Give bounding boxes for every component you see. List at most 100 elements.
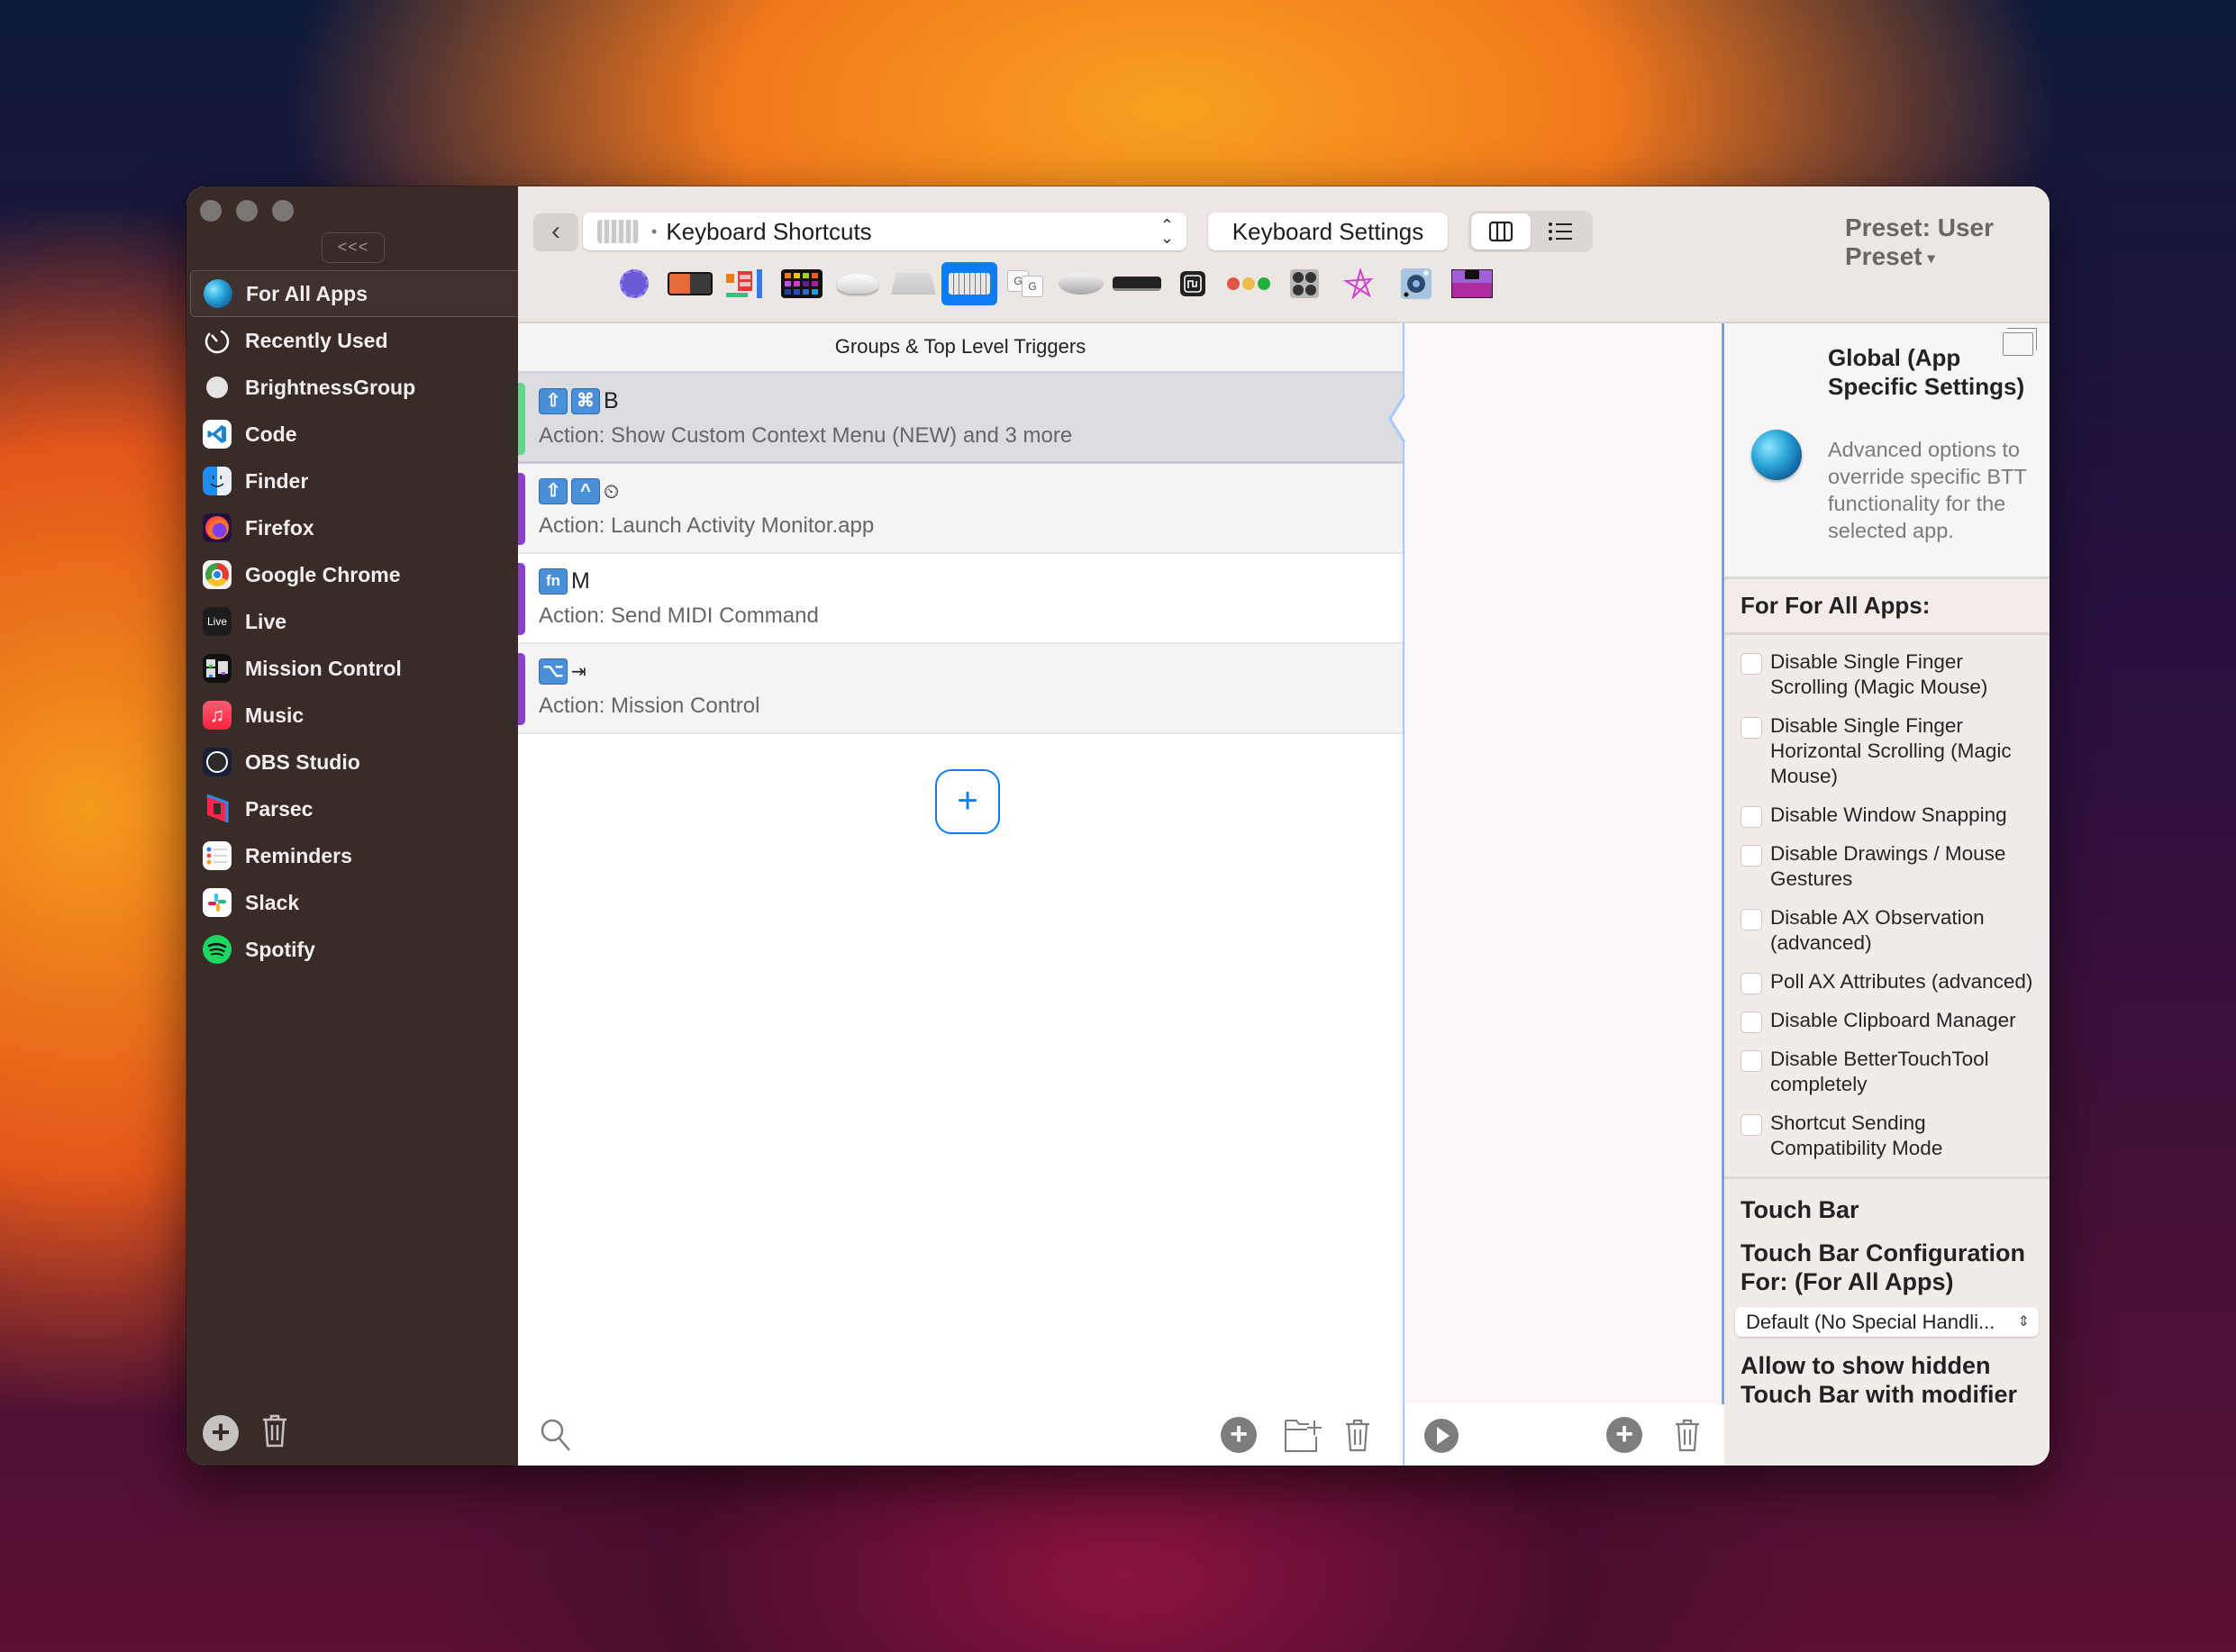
magic-mouse-icon[interactable] (830, 262, 886, 305)
sidebar-item-google-chrome[interactable]: Google Chrome (186, 551, 518, 598)
game-controller-icon[interactable] (1388, 262, 1444, 305)
add-trigger-button[interactable]: + (935, 769, 1000, 834)
sidebar-item-code[interactable]: Code (186, 411, 518, 458)
search-button[interactable] (538, 1417, 574, 1461)
sidebar-item-spotify[interactable]: Spotify (186, 926, 518, 973)
touch-bar-config-select[interactable]: Default (No Special Handli... ⇕ (1735, 1307, 2039, 1337)
keyboard-settings-button[interactable]: Keyboard Settings (1208, 213, 1448, 250)
sidebar-item-brightnessgroup[interactable]: BrightnessGroup (186, 364, 518, 411)
option-disable-clipboard-manager[interactable]: Disable Clipboard Manager (1724, 1003, 2050, 1041)
sidebar-item-label: Music (245, 703, 304, 727)
sidebar-item-finder[interactable]: Finder (186, 458, 518, 504)
sidebar-item-music[interactable]: ♫ Music (186, 692, 518, 739)
close-window-button[interactable] (200, 200, 222, 222)
trigger-row[interactable]: ⌥ ⇥ Action: Mission Control (518, 644, 1403, 734)
option-disable-single-finger-scrolling[interactable]: Disable Single Finger Scrolling (Magic M… (1724, 644, 2050, 708)
checkbox[interactable] (1741, 973, 1762, 994)
notch-bar-icon[interactable] (1444, 262, 1500, 305)
app-sidebar: <<< For All Apps Recently Used Brightnes… (186, 186, 518, 1466)
settings-description: Advanced options to override specific BT… (1828, 438, 2027, 542)
trash-icon (1676, 1419, 1699, 1452)
list-view-button[interactable] (1531, 213, 1590, 250)
chrome-icon (203, 560, 232, 589)
trash-icon (1346, 1419, 1369, 1452)
option-disable-drawings[interactable]: Disable Drawings / Mouse Gestures (1724, 836, 2050, 900)
add-app-button[interactable]: + (203, 1414, 239, 1451)
delete-app-button[interactable] (260, 1412, 289, 1453)
action-detail-pane: + (1388, 323, 1724, 1466)
action-footer: + (1404, 1404, 1724, 1466)
trigger-action: Action: Mission Control (539, 694, 760, 718)
checkbox[interactable] (1741, 1114, 1762, 1136)
sidebar-item-firefox[interactable]: Firefox (186, 504, 518, 551)
checkbox[interactable] (1741, 717, 1762, 739)
sidebar-item-live[interactable]: Live Live (186, 598, 518, 645)
stream-deck-icon[interactable] (606, 262, 662, 305)
sidebar-item-label: Parsec (245, 796, 314, 821)
new-folder-button[interactable] (1284, 1417, 1325, 1461)
spotify-icon (203, 935, 232, 964)
vscode-icon (203, 420, 232, 449)
minimize-window-button[interactable] (236, 200, 258, 222)
trigger-type-select[interactable]: • Keyboard Shortcuts ⌃ ⌄ (583, 213, 1186, 250)
option-disable-horizontal-scrolling[interactable]: Disable Single Finger Horizontal Scrolli… (1724, 708, 2050, 797)
delete-trigger-button[interactable] (1343, 1417, 1372, 1461)
checkbox[interactable] (1741, 653, 1762, 675)
checkbox[interactable] (1741, 1050, 1762, 1072)
sidebar-item-recently-used[interactable]: Recently Used (186, 317, 518, 364)
window-buttons-icon[interactable] (1221, 262, 1277, 305)
add-trigger-footer-button[interactable]: + (1221, 1417, 1257, 1453)
sidebar-item-reminders[interactable]: Reminders (186, 832, 518, 879)
option-shortcut-compat-mode[interactable]: Shortcut Sending Compatibility Mode (1724, 1105, 2050, 1169)
updown-chevron-icon: ⌃ ⌄ (1159, 216, 1174, 247)
zoom-window-button[interactable] (272, 200, 294, 222)
drawings-icon[interactable] (1332, 262, 1388, 305)
option-disable-ax-observation[interactable]: Disable AX Observation (advanced) (1724, 900, 2050, 964)
shortcut-keys: fn M (539, 568, 590, 595)
sidebar-item-label: BrightnessGroup (245, 375, 416, 399)
plus-circle-icon: + (1606, 1417, 1642, 1453)
shortcut-key: ⇥ (571, 662, 586, 682)
delete-action-button[interactable] (1673, 1417, 1702, 1461)
collapse-sidebar-button[interactable]: <<< (322, 232, 385, 263)
sidebar-item-slack[interactable]: Slack (186, 879, 518, 926)
back-button[interactable]: ‹ (533, 213, 578, 251)
option-disable-window-snapping[interactable]: Disable Window Snapping (1724, 797, 2050, 836)
trigger-row[interactable]: ⇧ ⌘ B Action: Show Custom Context Menu (… (518, 374, 1403, 464)
sidebar-item-label: Code (245, 422, 297, 446)
trackpad-icon[interactable] (886, 262, 941, 305)
preset-selector[interactable]: Preset: User Preset ▾ (1845, 213, 2050, 271)
columns-icon (1488, 221, 1513, 242)
keyboard-icon[interactable] (941, 262, 997, 305)
key-sequence-icon[interactable]: GG (997, 262, 1053, 305)
column-view-button[interactable] (1471, 213, 1531, 250)
run-action-button[interactable] (1422, 1417, 1460, 1463)
sidebar-item-for-all-apps[interactable]: For All Apps (190, 270, 518, 317)
app-settings-header: Global (App Specific Settings) Advanced … (1724, 323, 2050, 579)
floating-menu-icon[interactable] (718, 262, 774, 305)
checkbox[interactable] (1741, 806, 1762, 828)
sidebar-item-parsec[interactable]: Parsec (186, 785, 518, 832)
option-poll-ax-attributes[interactable]: Poll AX Attributes (advanced) (1724, 964, 2050, 1003)
midi-pad-icon[interactable] (774, 262, 830, 305)
touch-bar-icon[interactable] (662, 262, 718, 305)
bettertouchtool-icon[interactable] (1165, 262, 1221, 305)
sidebar-footer: + (203, 1412, 289, 1453)
checkbox[interactable] (1741, 1012, 1762, 1033)
siri-remote-icon[interactable] (1109, 262, 1165, 305)
firefox-icon (203, 513, 232, 542)
checkbox[interactable] (1741, 845, 1762, 867)
sidebar-item-obs-studio[interactable]: OBS Studio (186, 739, 518, 785)
shift-key-badge: ⇧ (539, 388, 568, 414)
action-list (1404, 323, 1724, 1404)
add-action-button[interactable]: + (1606, 1417, 1642, 1453)
override-options: Disable Single Finger Scrolling (Magic M… (1724, 635, 2050, 1169)
option-disable-btt[interactable]: Disable BetterTouchTool completely (1724, 1041, 2050, 1105)
sidebar-item-mission-control[interactable]: Mission Control (186, 645, 518, 692)
normal-mouse-icon[interactable] (1053, 262, 1109, 305)
touch-bar-heading: Touch Bar (1741, 1196, 1859, 1223)
checkbox[interactable] (1741, 909, 1762, 930)
trigger-row[interactable]: fn M Action: Send MIDI Command (518, 554, 1403, 644)
trigger-row[interactable]: ⇧ ^ ⏲ Action: Launch Activity Monitor.ap… (518, 464, 1403, 554)
midi-knobs-icon[interactable] (1277, 262, 1332, 305)
